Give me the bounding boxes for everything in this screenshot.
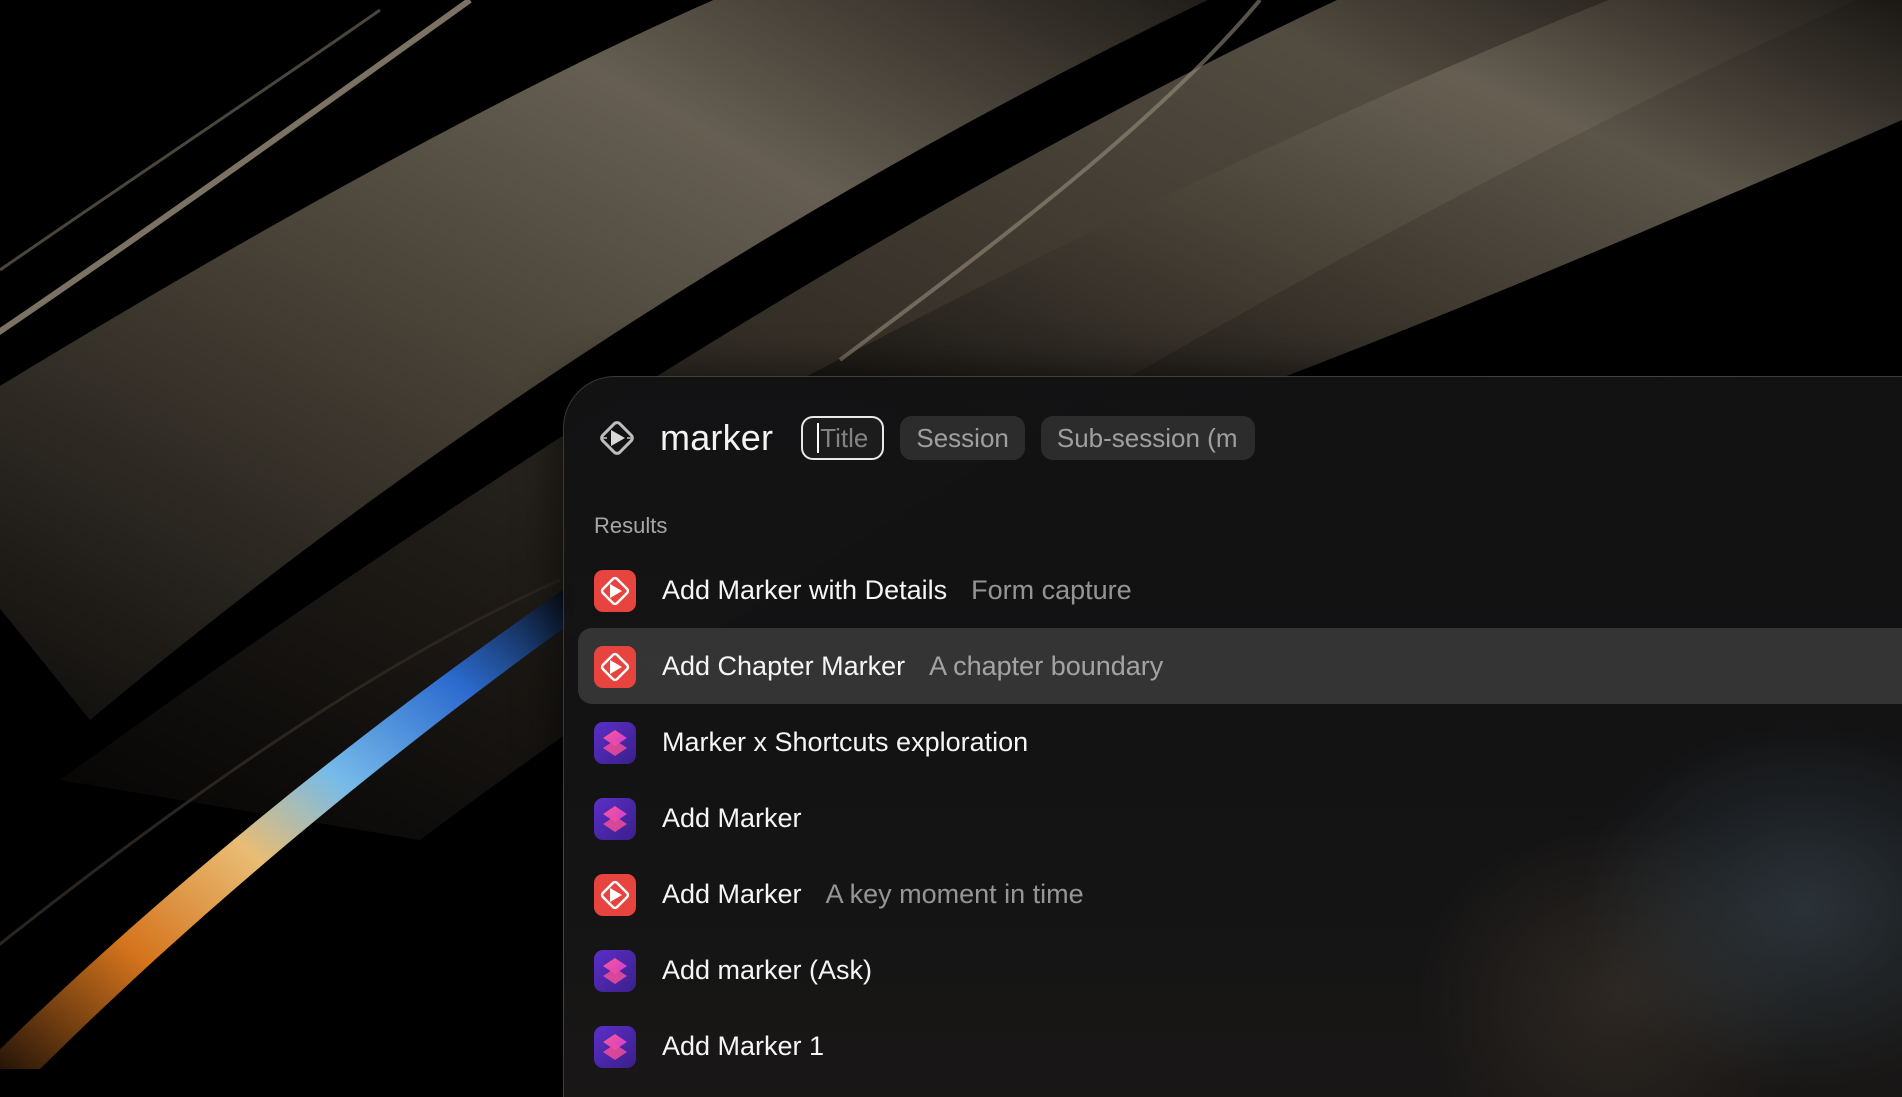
result-text: Add Marker A key moment in time bbox=[662, 879, 1084, 910]
marker-app-icon bbox=[594, 415, 640, 461]
token-sub-session-label: Sub-session (m bbox=[1056, 422, 1238, 453]
result-title: Marker x Shortcuts exploration bbox=[662, 726, 1029, 757]
token-session-label: Session bbox=[916, 422, 1009, 453]
marker-app-icon bbox=[594, 874, 636, 916]
result-title: Add Marker bbox=[662, 802, 802, 833]
result-title: Add Marker 1 bbox=[662, 1030, 825, 1061]
result-subtitle: A key moment in time bbox=[825, 878, 1084, 909]
result-text: Add Marker with Details Form capture bbox=[662, 575, 1132, 606]
marker-app-icon bbox=[594, 646, 636, 688]
result-text: Add Marker bbox=[662, 803, 802, 834]
result-text: Marker x Shortcuts exploration bbox=[662, 727, 1028, 758]
result-item[interactable]: Marker x Shortcuts exploration bbox=[578, 704, 1902, 780]
results-section-label: Results bbox=[594, 513, 668, 538]
search-query[interactable]: marker bbox=[660, 417, 773, 459]
result-title: Add Marker with Details bbox=[662, 574, 948, 605]
results-list: Add Marker with Details Form capture Add… bbox=[578, 552, 1902, 1084]
token-title-label: Title bbox=[820, 422, 869, 453]
result-text: Add Marker 1 bbox=[662, 1031, 824, 1062]
token-sub-session[interactable]: Sub-session (m bbox=[1040, 416, 1255, 460]
result-item[interactable]: Add Marker 1 bbox=[578, 1008, 1902, 1084]
result-item-selected[interactable]: Add Chapter Marker A chapter boundary bbox=[578, 628, 1902, 704]
result-subtitle: A chapter boundary bbox=[929, 650, 1164, 681]
shortcuts-icon bbox=[594, 722, 636, 764]
result-text: Add marker (Ask) bbox=[662, 955, 872, 986]
result-title: Add Marker bbox=[662, 878, 802, 909]
result-subtitle: Form capture bbox=[971, 574, 1132, 605]
token-title[interactable]: Title bbox=[801, 416, 885, 460]
result-item[interactable]: Add Marker with Details Form capture bbox=[578, 552, 1902, 628]
launcher-window: marker Title Session Sub-session (m Resu… bbox=[563, 376, 1902, 1097]
text-caret bbox=[817, 423, 820, 453]
result-title: Add marker (Ask) bbox=[662, 954, 873, 985]
shortcuts-icon bbox=[594, 798, 636, 840]
result-item[interactable]: Add Marker bbox=[578, 780, 1902, 856]
result-title: Add Chapter Marker bbox=[662, 650, 906, 681]
token-session[interactable]: Session bbox=[900, 416, 1025, 460]
result-text: Add Chapter Marker A chapter boundary bbox=[662, 651, 1163, 682]
result-item[interactable]: Add Marker A key moment in time bbox=[578, 856, 1902, 932]
result-item[interactable]: Add marker (Ask) bbox=[578, 932, 1902, 1008]
search-bar: marker Title Session Sub-session (m bbox=[594, 413, 1271, 463]
shortcuts-icon bbox=[594, 1026, 636, 1068]
marker-app-icon bbox=[594, 570, 636, 612]
shortcuts-icon bbox=[594, 950, 636, 992]
